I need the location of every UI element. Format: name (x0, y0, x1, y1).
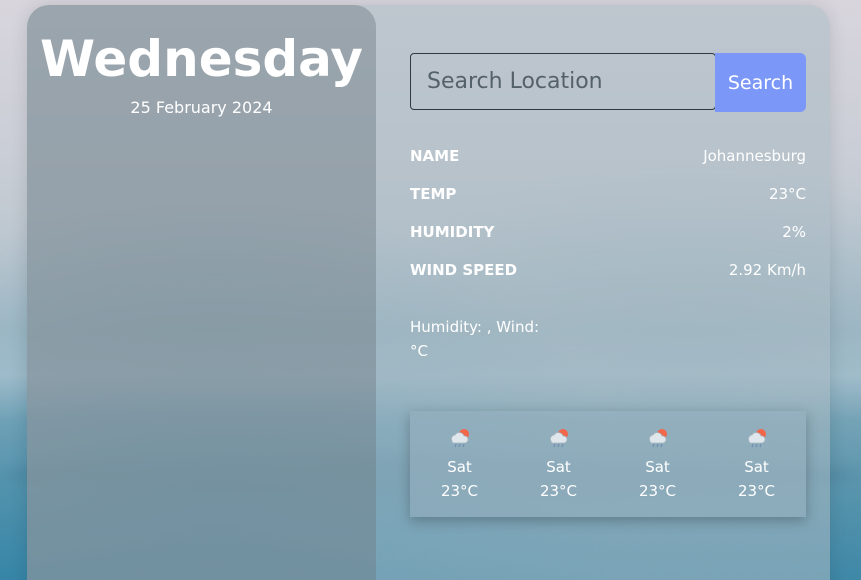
rain-cloud-sun-icon (450, 429, 469, 448)
day-name: Wednesday (40, 30, 363, 88)
forecast-item: Sat 23°C (608, 411, 707, 517)
forecast-day: Sat (744, 458, 769, 476)
search-input[interactable] (410, 53, 716, 110)
forecast-temp: 23°C (638, 482, 677, 500)
date-panel: Wednesday 25 February 2024 (27, 5, 376, 580)
detail-label: NAME (410, 147, 460, 165)
forecast-temp: 23°C (539, 482, 578, 500)
detail-value: 2.92 Km/h (728, 261, 806, 279)
search-button[interactable]: Search (715, 53, 806, 112)
detail-row-name: NAME Johannesburg (410, 145, 806, 183)
forecast-temp: 23°C (737, 482, 776, 500)
search-bar: Search (410, 53, 806, 113)
forecast-strip: Sat 23°C Sat 23°C Sat 23°C Sat 23°C (410, 411, 806, 517)
forecast-item: Sat 23°C (707, 411, 806, 517)
detail-value: 23°C (768, 185, 806, 203)
forecast-item: Sat 23°C (410, 411, 509, 517)
forecast-temp: 23°C (440, 482, 479, 500)
weather-card: Wednesday 25 February 2024 Search NAME J… (27, 5, 830, 580)
date-text: 25 February 2024 (130, 98, 273, 117)
detail-value: Johannesburg (703, 147, 806, 165)
forecast-item: Sat 23°C (509, 411, 608, 517)
weather-details: NAME Johannesburg TEMP 23°C HUMIDITY 2% … (410, 145, 806, 297)
rain-cloud-sun-icon (648, 429, 667, 448)
summary-line: Humidity: , Wind: (410, 318, 540, 336)
rain-cloud-sun-icon (549, 429, 568, 448)
rain-cloud-sun-icon (747, 429, 766, 448)
summary-line: °C (410, 342, 428, 360)
detail-row-wind-speed: WIND SPEED 2.92 Km/h (410, 259, 806, 297)
forecast-day: Sat (546, 458, 571, 476)
detail-label: WIND SPEED (410, 261, 518, 279)
detail-label: TEMP (410, 185, 457, 203)
weather-summary: Humidity: , Wind: °C (410, 315, 610, 363)
detail-row-humidity: HUMIDITY 2% (410, 221, 806, 259)
detail-row-temp: TEMP 23°C (410, 183, 806, 221)
forecast-day: Sat (447, 458, 472, 476)
detail-label: HUMIDITY (410, 223, 495, 241)
forecast-day: Sat (645, 458, 670, 476)
detail-value: 2% (782, 223, 806, 241)
